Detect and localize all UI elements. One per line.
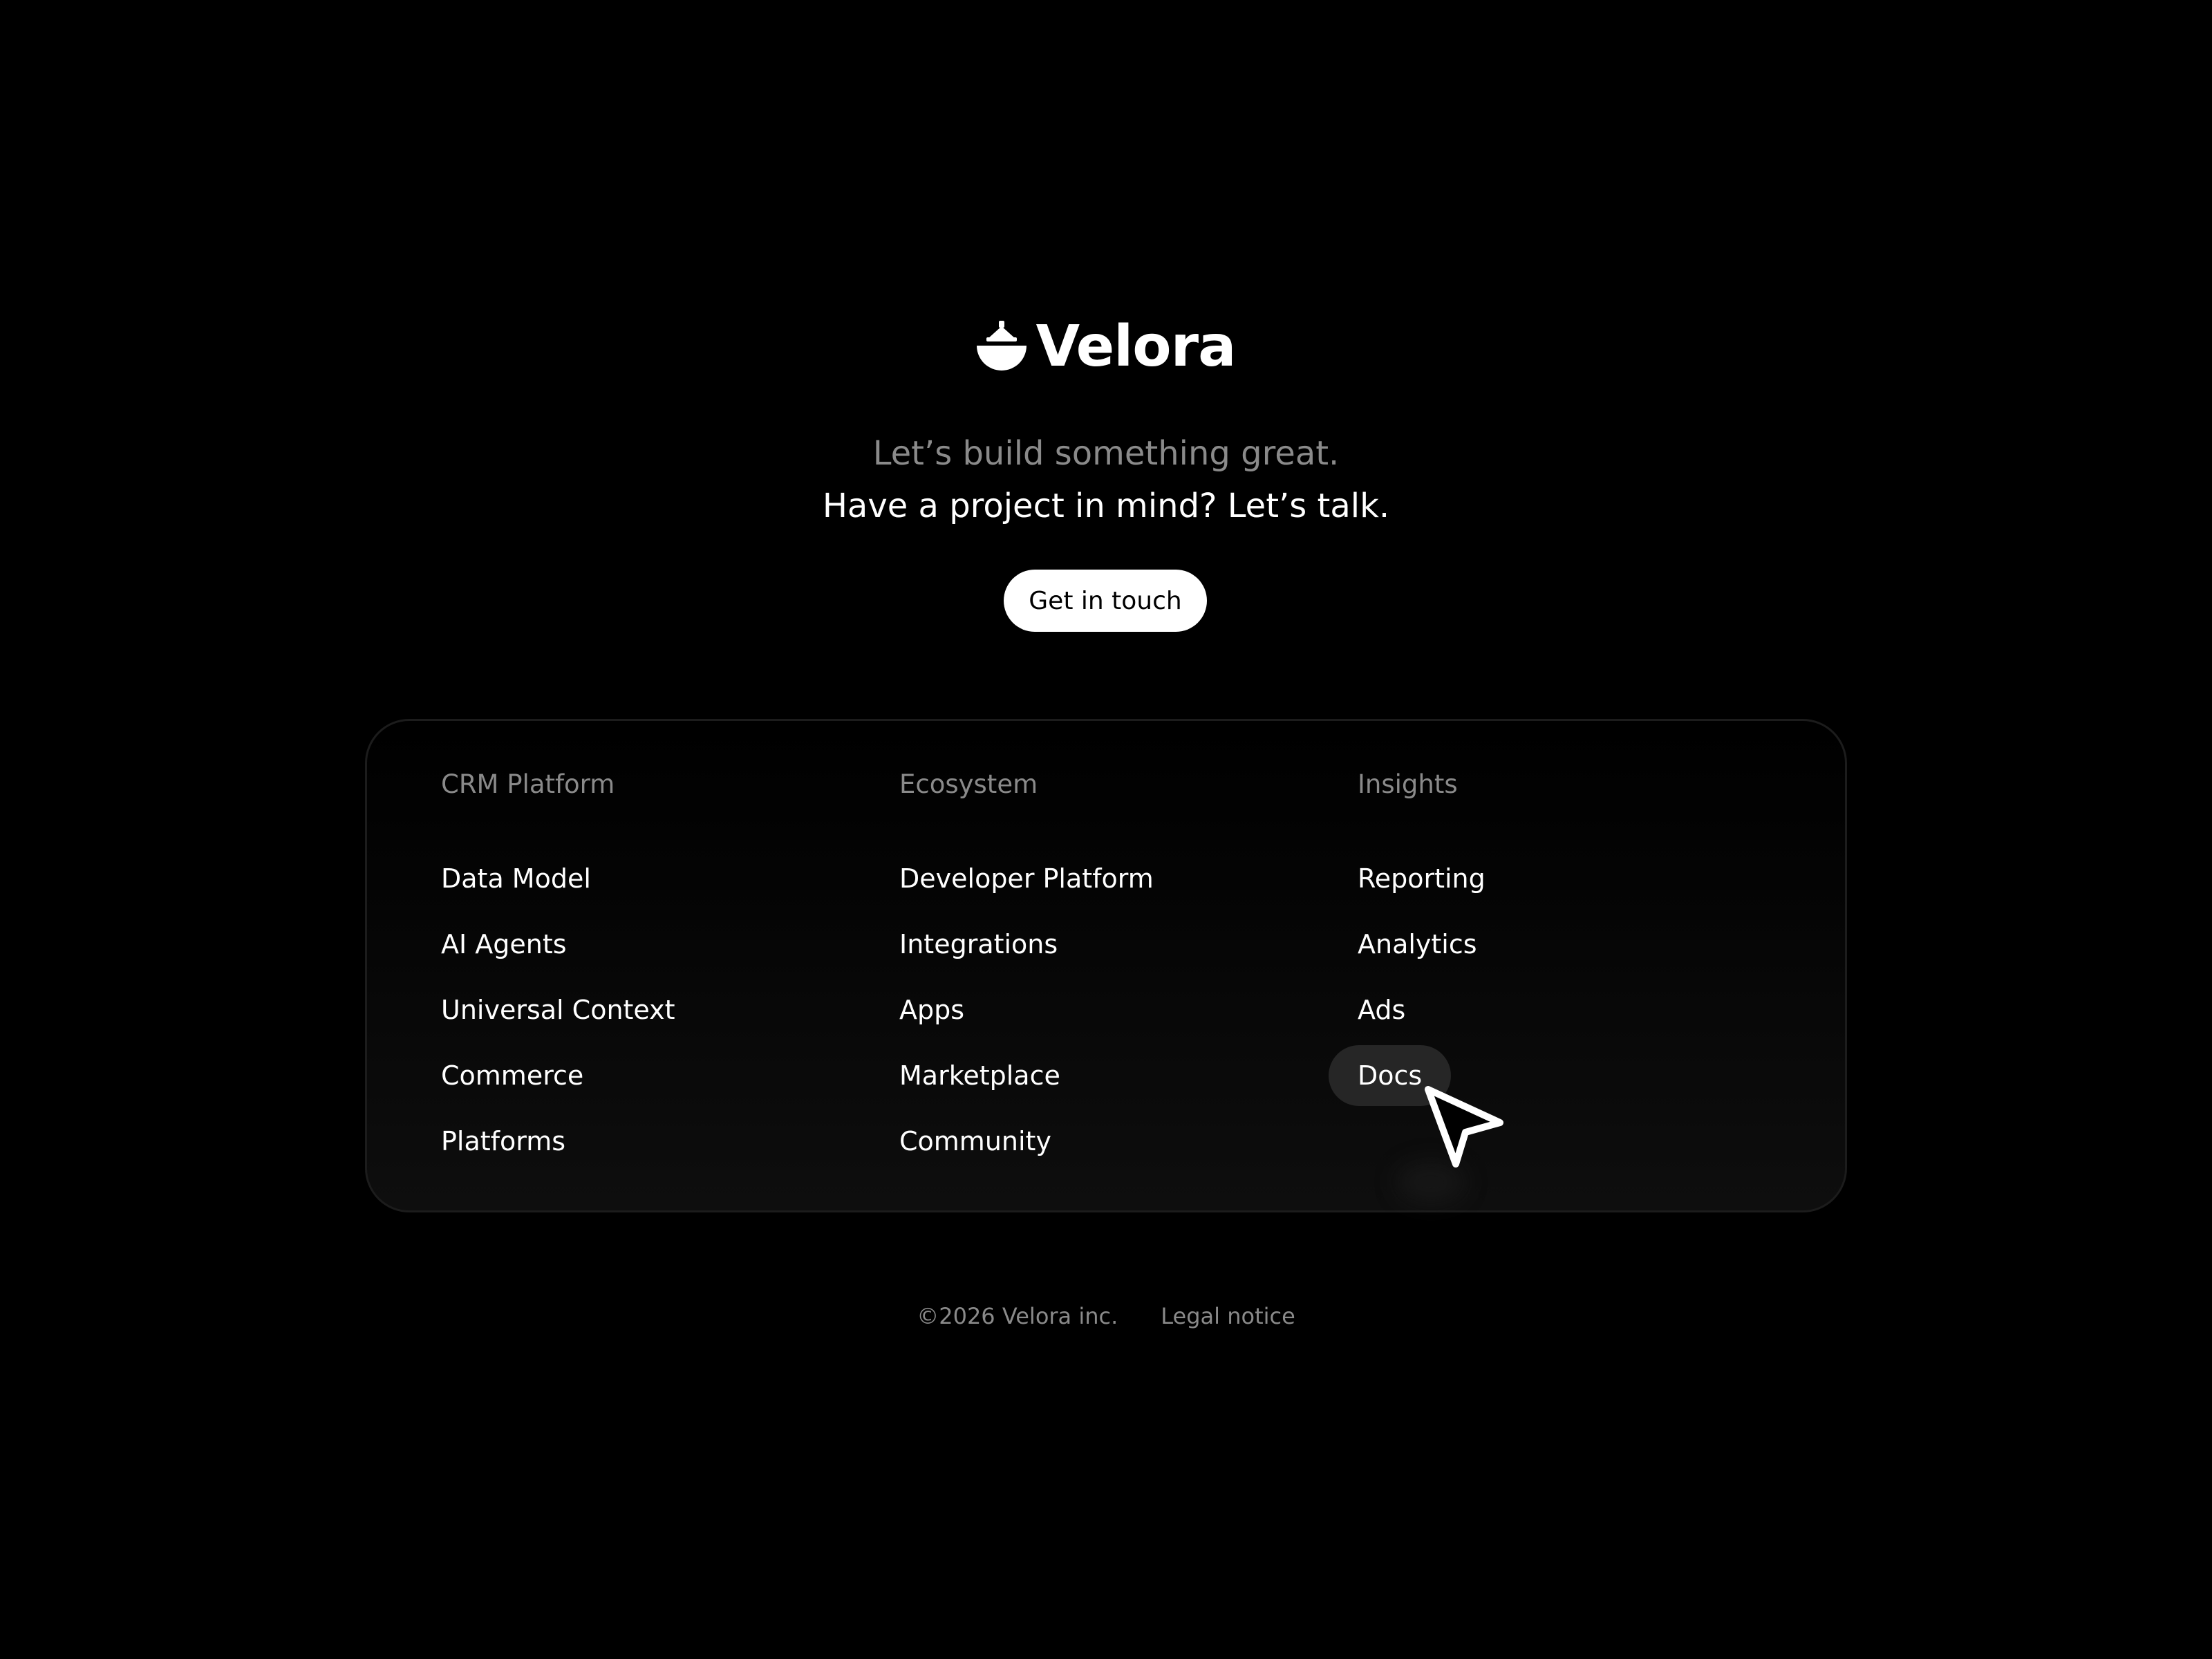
footer-link-ads[interactable]: Ads — [1358, 993, 1405, 1027]
link-list: Developer Platform Integrations Apps Mar… — [899, 862, 1154, 1190]
footer-link-community[interactable]: Community — [899, 1125, 1051, 1158]
hero-tagline: Let’s build something great. — [872, 434, 1340, 473]
list-item: Universal Context — [441, 993, 675, 1059]
link-list: Data Model AI Agents Universal Context C… — [441, 862, 675, 1190]
list-item: Data Model — [441, 862, 675, 928]
list-item: Analytics — [1358, 928, 1485, 993]
footer-link-apps[interactable]: Apps — [899, 993, 964, 1027]
copyright-text: ©2026 Velora inc. — [917, 1303, 1118, 1329]
list-item: Developer Platform — [899, 862, 1154, 928]
list-item: Reporting — [1358, 862, 1485, 928]
list-item: Platforms — [441, 1125, 675, 1190]
bottom-bar: ©2026 Velora inc. Legal notice — [0, 1300, 2212, 1333]
column-heading: Insights — [1358, 769, 1458, 799]
page: Velora Let’s build something great. Have… — [0, 0, 2212, 1659]
column-heading: CRM Platform — [441, 769, 615, 799]
list-item: Marketplace — [899, 1059, 1154, 1125]
footer-link-data-model[interactable]: Data Model — [441, 862, 591, 895]
footer-link-developer-platform[interactable]: Developer Platform — [899, 862, 1154, 895]
get-in-touch-button[interactable]: Get in touch — [1004, 570, 1207, 632]
list-item: Apps — [899, 993, 1154, 1059]
footer-link-marketplace[interactable]: Marketplace — [899, 1059, 1060, 1092]
list-item: AI Agents — [441, 928, 675, 993]
footer-nav-panel: CRM Platform Data Model AI Agents Univer… — [365, 719, 1847, 1212]
footer-link-universal-context[interactable]: Universal Context — [441, 993, 675, 1027]
velora-logo-icon — [976, 321, 1027, 371]
hero-subline: Have a project in mind? Let’s talk. — [822, 487, 1390, 525]
footer-link-platforms[interactable]: Platforms — [441, 1125, 565, 1158]
brand-logo[interactable]: Velora — [0, 312, 2212, 382]
footer-link-analytics[interactable]: Analytics — [1358, 928, 1477, 961]
footer-link-ai-agents[interactable]: AI Agents — [441, 928, 567, 961]
footer-link-reporting[interactable]: Reporting — [1358, 862, 1485, 895]
footer-link-commerce[interactable]: Commerce — [441, 1059, 583, 1092]
pointer-cursor-icon — [1425, 1086, 1503, 1168]
legal-notice-link[interactable]: Legal notice — [1161, 1300, 1295, 1333]
footer-link-integrations[interactable]: Integrations — [899, 928, 1058, 961]
list-item: Integrations — [899, 928, 1154, 993]
column-heading: Ecosystem — [899, 769, 1038, 799]
brand-name: Velora — [1035, 314, 1237, 379]
list-item: Community — [899, 1125, 1154, 1190]
list-item: Commerce — [441, 1059, 675, 1125]
